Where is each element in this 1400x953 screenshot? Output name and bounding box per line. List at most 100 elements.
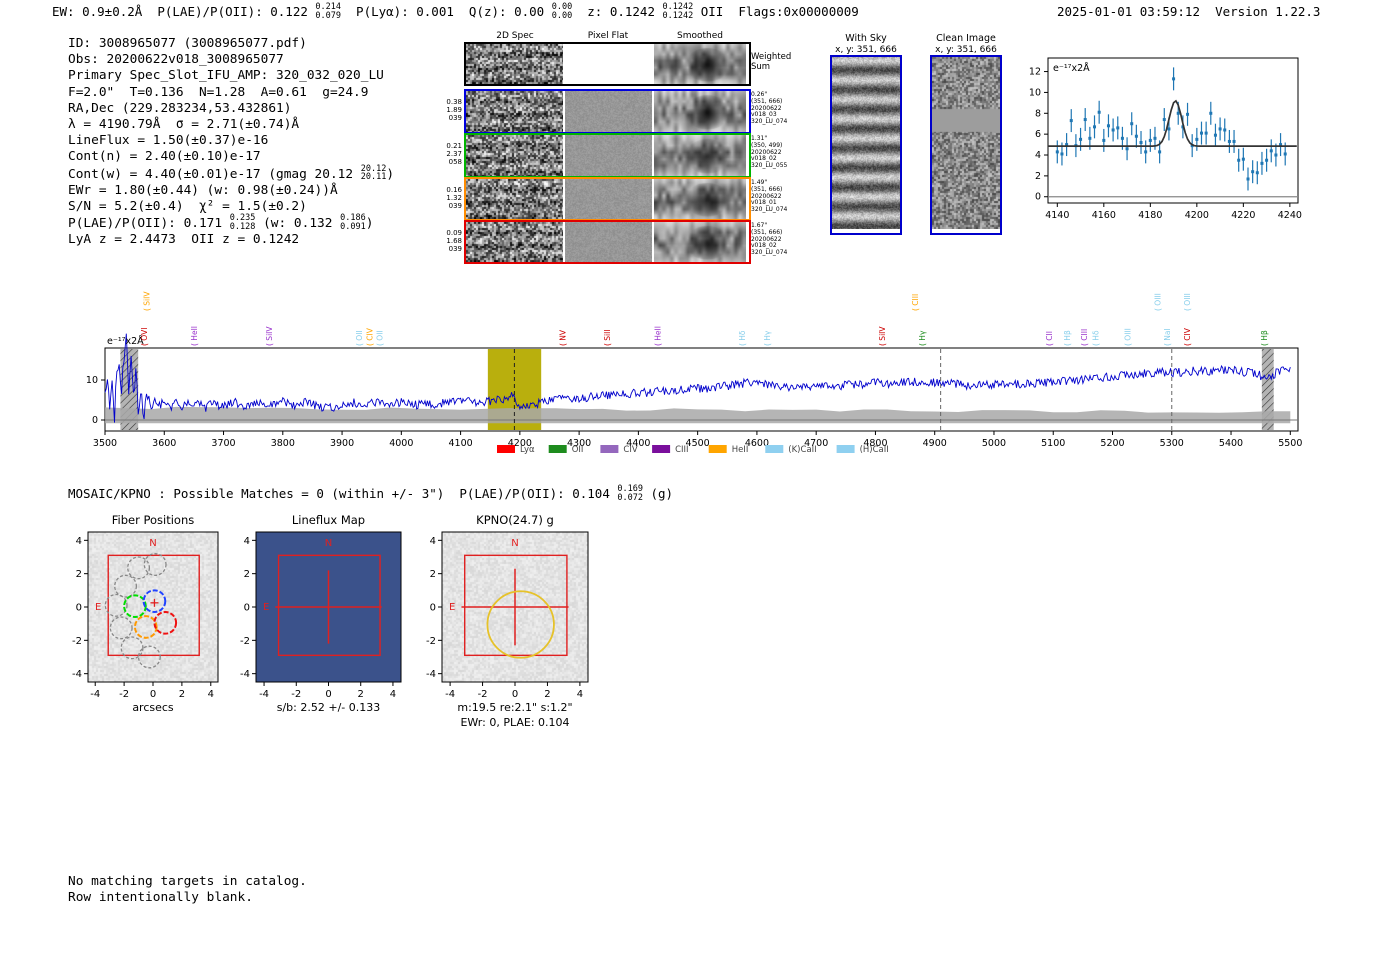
text-run: LineFlux = 1.50(±0.37)e-16 — [68, 133, 269, 149]
linefit-datapoint — [1167, 127, 1171, 131]
twod-column-header: Pixel Flat — [587, 31, 629, 41]
linefit-datapoint — [1204, 131, 1208, 135]
twod-info-line: Weighted — [751, 52, 792, 62]
twod-info-line: 320_LU_074 — [751, 249, 788, 257]
uncertainty-lo: 0.072 — [617, 492, 643, 503]
twod-weight-value: 1.32 — [446, 194, 462, 202]
linefit-datapoint — [1223, 128, 1227, 132]
lineflux_map-title: Lineflux Map — [292, 513, 365, 527]
linefit-datapoint — [1074, 144, 1078, 148]
twod-row-info: Weighted Sum — [751, 52, 811, 72]
legend-swatch — [708, 445, 727, 453]
spectrum-ytick-label: 0 — [92, 415, 98, 426]
fiber_positions-xtick-label: 4 — [208, 689, 214, 700]
linefit-gaussian-curve — [1048, 99, 1297, 147]
spectrum-xtick-label: 4300 — [567, 438, 591, 449]
spectrum-line-label: ( SiIV — [265, 326, 274, 346]
stacked-uncertainty: 0.1242 0.1242 — [663, 3, 694, 20]
fiber_positions-xtick-label: -2 — [119, 689, 129, 700]
legend-swatch — [497, 445, 515, 453]
linefit-datapoint — [1246, 177, 1250, 181]
legend-label: OII — [572, 445, 584, 455]
linefit-datapoint — [1251, 170, 1255, 174]
linefit-datapoint — [1088, 136, 1092, 140]
twod-weight-value: 058 — [448, 158, 462, 166]
text-run: OII Flags:0x00000009 — [693, 4, 859, 19]
linefit-ytick-label: 0 — [1035, 192, 1041, 203]
kpno_cutout-xtick-label: 0 — [512, 689, 518, 700]
lineflux_map-xtick-label: 4 — [390, 689, 396, 700]
lineflux_map-xtick-label: 2 — [358, 689, 364, 700]
linefit-datapoint — [1283, 152, 1287, 156]
stacked-uncertainty: 0.186 0.091 — [340, 214, 366, 231]
twod-row-weights: 0.09 1.68 039 — [432, 229, 462, 253]
info-line: EWr = 1.80(±0.44) (w: 0.98(±0.24))Å — [68, 183, 394, 199]
twod-pixelflat-image — [565, 179, 652, 219]
linefit-datapoint — [1125, 147, 1129, 151]
linefit-datapoint — [1237, 158, 1241, 162]
spectrum-line-label: ( Hγ — [918, 330, 927, 346]
twod-smoothed-image — [654, 44, 746, 84]
lineflux_map-xlabel: s/b: 2.52 +/- 0.133 — [277, 701, 381, 714]
linefit-datapoint — [1148, 138, 1152, 142]
linefit-datapoint — [1241, 157, 1245, 161]
spectrum-xtick-label: 4000 — [389, 438, 413, 449]
twod-smoothed-image — [654, 179, 746, 219]
linefit-datapoint — [1065, 143, 1069, 147]
linefit-datapoint — [1176, 111, 1180, 115]
spectrum-line-label: ( OII — [375, 330, 384, 346]
elixer-report-page: EW: 0.9±0.2Å P(LAE)/P(OII): 0.122 0.214 0… — [0, 0, 1400, 953]
spectrum-xtick-label: 3700 — [211, 438, 235, 449]
sky-panel-title: Clean Image — [936, 33, 996, 44]
stacked-uncertainty: 0.214 0.079 — [315, 3, 341, 20]
excluded-hatch-band — [1261, 349, 1274, 430]
uncertainty-lo: 0.1242 — [662, 10, 694, 21]
text-run: S/N = 5.2(±0.4) χ² = 1.5(±0.2) — [68, 199, 307, 215]
linefit-xtick-label: 4160 — [1092, 210, 1116, 221]
legend-label: HeII — [732, 445, 749, 455]
kpno_cutout-xlabel-2: EWr: 0, PLAE: 0.104 — [460, 716, 569, 729]
spectrum-line-label: ( NaI — [1163, 328, 1172, 346]
twod-pixelflat-image — [565, 222, 652, 262]
linefit-datapoint — [1162, 118, 1166, 122]
linefit-xtick-label: 4180 — [1138, 210, 1162, 221]
spectrum-line-label: ( SiII — [603, 329, 612, 346]
twod-pixelflat-image — [565, 44, 652, 84]
text-run: ) — [365, 216, 374, 232]
linefit-ytick-label: 2 — [1035, 171, 1041, 182]
stacked-uncertainty: 0.235 0.128 — [230, 214, 256, 231]
linefit-ytick-label: 8 — [1035, 108, 1041, 119]
twod-row-weights: 0.21 2.37 058 — [432, 142, 462, 166]
spectrum-xtick-label: 3500 — [93, 438, 117, 449]
legend-swatch — [836, 445, 855, 453]
text-run: MOSAIC/KPNO : Possible Matches = 0 (with… — [68, 486, 618, 501]
spectrum-xtick-label: 5000 — [982, 438, 1006, 449]
fiber_positions-ytick-label: 4 — [76, 536, 82, 547]
spectrum-xtick-label: 4500 — [686, 438, 710, 449]
twod-row-weights: 0.38 1.89 039 — [432, 98, 462, 122]
spectrum-line-label: ( Hβ — [1260, 330, 1269, 346]
kpno_cutout-xtick-label: -4 — [445, 689, 455, 700]
linefit-datapoint — [1265, 158, 1269, 162]
linefit-datapoint — [1199, 131, 1203, 135]
fiber_positions-image — [88, 532, 218, 682]
twod-row-weights: 0.16 1.32 039 — [432, 186, 462, 210]
spectrum-xtick-label: 4800 — [863, 438, 887, 449]
lineflux_map-xtick-label: 0 — [325, 689, 331, 700]
text-run: ID: 3008965077 (3008965077.pdf) — [68, 36, 307, 51]
text-run: Cont(n) = 2.40(±0.10)e-17 — [68, 149, 261, 165]
sky-panel-coords: x, y: 351, 666 — [935, 45, 997, 55]
spectrum-plot-frame — [104, 347, 1299, 432]
linefit-ytick-label: 10 — [1029, 87, 1041, 98]
legend-label: Lyα — [520, 445, 535, 455]
twod-info-line: 320_LU_055 — [751, 162, 788, 170]
text-run: Obs: 20200622v018_3008965077 — [68, 52, 284, 68]
legend-swatch — [548, 445, 567, 453]
twod-weight-value: 0.16 — [446, 186, 462, 194]
twod-info-line: Sum — [751, 62, 771, 72]
info-line: Primary Spec_Slot_IFU_AMP: 320_032_020_L… — [68, 68, 394, 84]
twod-pixelflat-image — [565, 91, 652, 132]
twod-weight-value: 2.37 — [446, 150, 462, 158]
text-run: Cont(w) = 4.40(±0.01)e-17 (gmag 20.12 — [68, 166, 361, 182]
linefit-ytick-label: 4 — [1035, 150, 1041, 161]
